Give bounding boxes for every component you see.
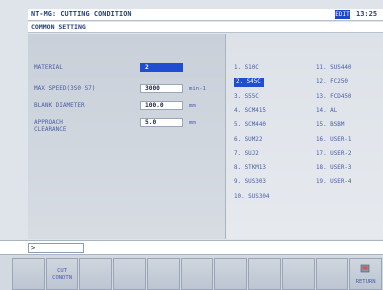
section-bar: COMMON SETTING: [28, 22, 383, 33]
material-item[interactable]: 17. USER-2: [316, 150, 351, 159]
param-unit: mm: [189, 103, 196, 109]
param-label: BLANK DIAMETER: [34, 102, 85, 109]
material-item[interactable]: 10. SUS304: [234, 193, 269, 202]
clock: 13:25: [356, 10, 378, 18]
material-item[interactable]: 3. S55C: [234, 93, 259, 102]
param-unit: min-1: [189, 86, 206, 92]
param-unit: mm: [189, 120, 196, 126]
input-field[interactable]: >: [28, 243, 84, 253]
softkey-blank[interactable]: [146, 258, 180, 290]
material-item[interactable]: 1. S10C: [234, 64, 259, 73]
input-prompt: >: [31, 244, 36, 252]
return-icon: [360, 264, 370, 273]
material-item[interactable]: 19. USER-4: [316, 178, 351, 187]
material-item[interactable]: 4. SCM415: [234, 107, 266, 116]
material-item[interactable]: 9. SUS303: [234, 178, 266, 187]
softkey-blank[interactable]: [315, 258, 349, 290]
param-value-field[interactable]: 5.0: [140, 118, 183, 127]
material-item[interactable]: 14. AL: [316, 107, 337, 116]
material-item[interactable]: 5. SCM440: [234, 121, 266, 130]
softkey-cut-condtn[interactable]: CUT CONDTN: [45, 258, 79, 290]
material-item[interactable]: 6. SUM22: [234, 136, 262, 145]
param-label: MATERIAL: [34, 64, 63, 71]
param-value-field[interactable]: 100.0: [140, 101, 183, 110]
softkey-blank[interactable]: [281, 258, 315, 290]
material-item[interactable]: 13. FCD450: [316, 93, 351, 102]
softkey-blank[interactable]: [113, 258, 146, 290]
softkey-blank[interactable]: [214, 258, 248, 290]
param-label: MAX SPEED(3S0 S7): [34, 85, 96, 92]
parameter-panel: MATERIAL 2 MAX SPEED(3S0 S7) 3000 min-1 BLANK…: [28, 34, 226, 239]
title-bar: NT-MG: CUTTING CONDITION EDIT 13:25: [28, 9, 383, 21]
screen-title: NT-MG: CUTTING CONDITION: [31, 10, 132, 18]
softkey-blank[interactable]: [79, 258, 113, 290]
material-item[interactable]: 2. S45C: [234, 78, 264, 88]
material-list-panel: 1. S10C 2. S45C 3. S55C 4. SCM415 5. SCM440 6…: [226, 34, 383, 239]
param-value-field[interactable]: 3000: [140, 84, 183, 93]
return-softkey[interactable]: RETURN: [349, 258, 382, 290]
softkey-blank[interactable]: [180, 258, 214, 290]
input-bar: >: [0, 240, 383, 254]
softkey-bar: CUT CONDTN RETURN: [0, 254, 383, 290]
material-item[interactable]: 16. USER-1: [316, 136, 351, 145]
param-label: APPROACH CLEARANCE: [34, 119, 67, 133]
material-item[interactable]: 15. BSBM: [316, 121, 344, 130]
return-label: RETURN: [355, 279, 376, 285]
param-value-field[interactable]: 2: [140, 63, 183, 72]
softkey-blank[interactable]: [12, 258, 45, 290]
material-item[interactable]: 11. SUS440: [316, 64, 351, 73]
softkey-blank[interactable]: [248, 258, 281, 290]
section-title: COMMON SETTING: [31, 23, 86, 31]
mode-badge: EDIT: [335, 10, 350, 19]
cnc-screen: NT-MG: CUTTING CONDITION EDIT 13:25 COMM…: [0, 0, 383, 290]
material-item[interactable]: 12. FC250: [316, 78, 348, 87]
material-item[interactable]: 8. STKM13: [234, 164, 266, 173]
softkey-label: CUT CONDTN: [52, 268, 73, 281]
material-item[interactable]: 7. SUJ2: [234, 150, 259, 159]
material-item[interactable]: 18. USER-3: [316, 164, 351, 173]
